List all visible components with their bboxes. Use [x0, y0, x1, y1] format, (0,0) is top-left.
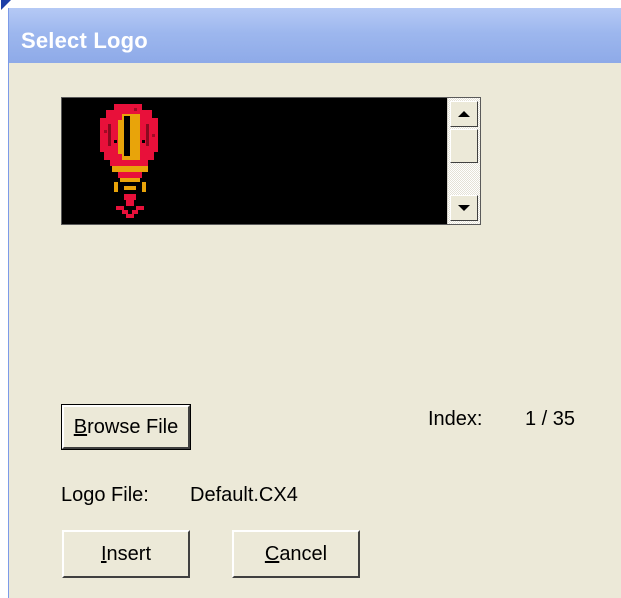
select-logo-dialog: Select Logo B rowse File Index: 1 / 35 L…	[1, 0, 621, 598]
scroll-down-button[interactable]	[450, 195, 478, 221]
arrow-down-icon	[458, 205, 470, 211]
cancel-button[interactable]: Cancel	[232, 530, 360, 578]
cancel-mnemonic: C	[264, 542, 280, 565]
logo-preview	[61, 97, 481, 225]
index-label: Index:	[428, 408, 483, 430]
dialog-title: Select Logo	[21, 28, 148, 53]
browse-file-button[interactable]: Browse File	[61, 404, 191, 450]
scroll-thumb[interactable]	[450, 129, 478, 163]
logo-file-value: Default.CX4	[190, 484, 298, 506]
arrow-up-icon	[458, 111, 470, 117]
preview-scrollbar[interactable]	[447, 98, 480, 224]
logo-file-label: Logo File:	[61, 484, 149, 506]
scroll-up-button[interactable]	[450, 101, 478, 127]
cancel-label: ancel	[279, 542, 328, 565]
insert-label: nsert	[106, 542, 152, 565]
index-value: 1 / 35	[525, 408, 576, 430]
insert-button[interactable]: Insert	[62, 530, 190, 578]
title-bar[interactable]: Select Logo	[9, 8, 621, 63]
browse-file-label: rowse File	[87, 415, 179, 438]
hot-air-balloon-icon	[100, 104, 158, 218]
browse-file-mnemonic: B	[73, 415, 88, 438]
